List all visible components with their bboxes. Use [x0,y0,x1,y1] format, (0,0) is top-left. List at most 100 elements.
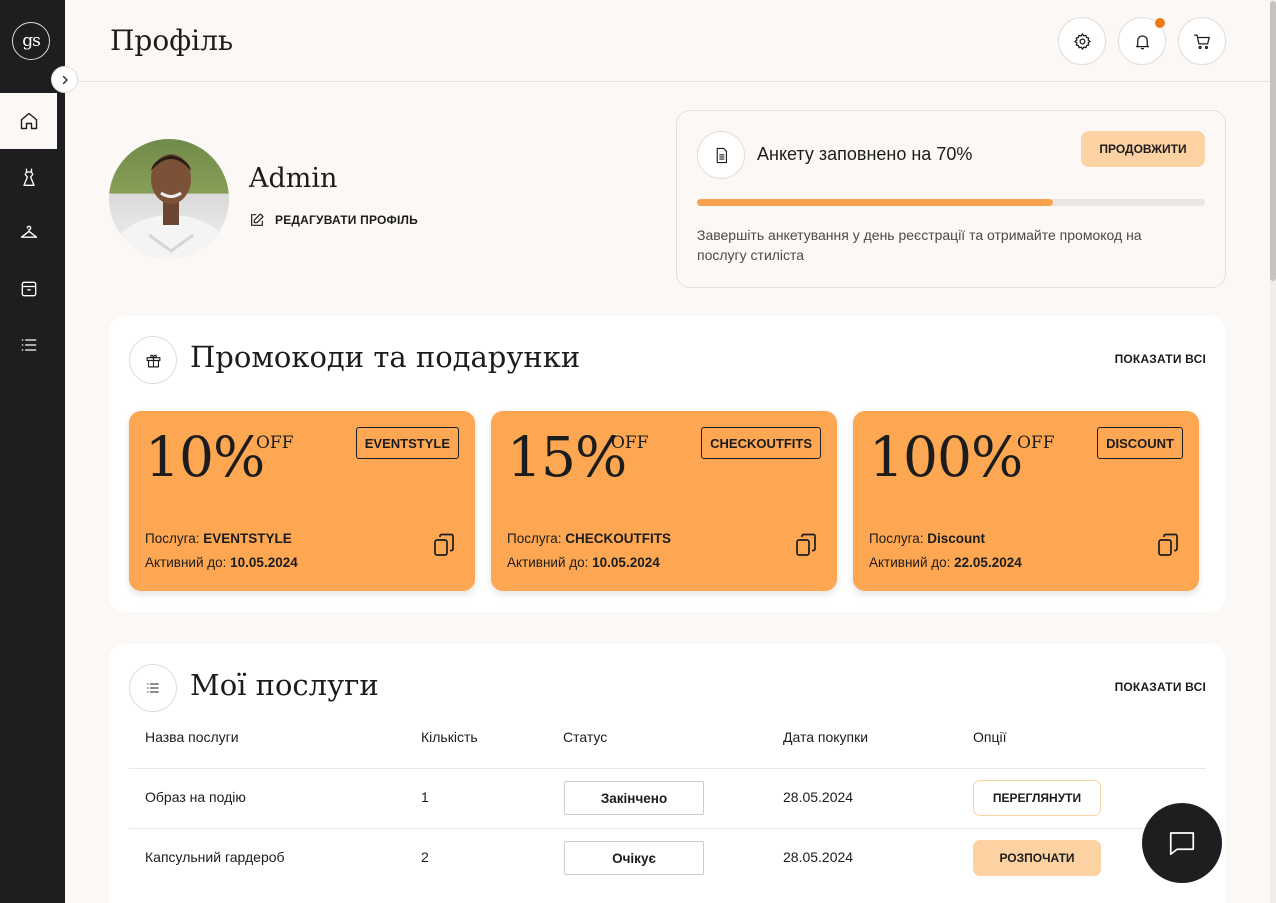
promo-icon-wrap [129,336,177,384]
progress-fill [697,199,1053,206]
questionnaire-text: Завершіть анкетування у день реєстрації … [697,227,1142,263]
promo-date: 10.05.2024 [230,555,298,570]
services-section: Мої послуги ПОКАЗАТИ ВСІ Назва послуги К… [109,644,1226,903]
edit-icon [251,213,264,226]
copy-icon[interactable] [1157,533,1179,557]
row-qty: 2 [421,849,429,865]
chevron-right-icon [62,75,68,84]
scrollbar-thumb[interactable] [1270,1,1276,281]
avatar[interactable] [109,139,229,259]
promo-percent: 15% [507,425,627,489]
copy-icon[interactable] [795,533,817,557]
notifications-button[interactable] [1118,17,1166,65]
cart-button[interactable] [1178,17,1226,65]
services-title: Мої послуги [190,668,379,702]
promo-active: Активний до: 10.05.2024 [507,555,660,570]
chat-icon [1169,832,1195,856]
dress-icon [22,168,35,186]
row-service-name: Капсульний гардероб [145,849,285,865]
promo-off: OFF [256,433,294,453]
row-date: 28.05.2024 [783,849,854,865]
gear-icon [1073,32,1091,50]
edit-profile-link[interactable]: РЕДАГУВАТИ ПРОФІЛЬ [249,212,418,228]
home-icon [20,112,37,130]
sidebar-item-orders[interactable] [0,261,57,317]
column-header-status: Статус [563,729,608,745]
row-qty: 1 [421,789,429,805]
gift-icon [146,354,160,367]
hanger-icon [20,225,37,238]
cart-icon [1193,34,1210,49]
promo-code: EVENTSTYLE [355,427,459,459]
row-divider [129,768,1206,769]
promo-code: CHECKOUTFITS [701,427,821,459]
promo-section: Промокоди та подарунки ПОКАЗАТИ ВСІ 10% … [109,316,1226,612]
promo-service-value: EVENTSTYLE [203,531,292,546]
promo-off: OFF [1017,433,1055,453]
promo-service-label: Послуга: [507,531,562,546]
column-header-name: Назва послуги [145,729,239,745]
promo-percent: 100% [869,425,1023,489]
promo-active-label: Активний до: [869,555,951,570]
document-icon [716,147,727,163]
promo-service: Послуга: Discount [869,531,985,546]
column-header-date: Дата покупки [783,729,869,745]
page-title: Профіль [110,24,234,57]
row-divider [129,828,1206,829]
promo-service-label: Послуга: [869,531,924,546]
view-button[interactable]: ПЕРЕГЛЯНУТИ [973,780,1101,816]
chat-button[interactable] [1142,803,1222,883]
copy-icon[interactable] [433,533,455,557]
services-icon-wrap [129,664,177,712]
sidebar-item-home[interactable] [0,93,57,149]
brand-logo[interactable]: gs [12,22,50,60]
promo-active-label: Активний до: [145,555,227,570]
promo-date: 22.05.2024 [954,555,1022,570]
promo-off: OFF [611,433,649,453]
questionnaire-title: Анкету заповнено на 70% [757,144,973,164]
promo-card[interactable]: 100% OFF DISCOUNT Послуга: Discount Акти… [853,411,1199,591]
promo-active: Активний до: 10.05.2024 [145,555,298,570]
questionnaire-progress [697,199,1205,206]
logo-text: gs [22,31,41,51]
list-icon [147,683,159,693]
promo-active: Активний до: 22.05.2024 [869,555,1022,570]
notification-dot [1154,17,1166,29]
avatar-photo [111,154,229,259]
column-header-options: Опції [973,729,1007,745]
row-service-name: Образ на подію [145,789,246,805]
status-badge: Очікує [564,841,704,875]
settings-button[interactable] [1058,17,1106,65]
promo-percent: 10% [145,425,265,489]
edit-profile-label: РЕДАГУВАТИ ПРОФІЛЬ [275,213,418,227]
promo-service-label: Послуга: [145,531,200,546]
promo-title: Промокоди та подарунки [190,340,581,374]
questionnaire-icon-wrap [697,131,745,179]
promo-show-all-link[interactable]: ПОКАЗАТИ ВСІ [1115,352,1206,366]
column-header-qty: Кількість [421,729,478,745]
promo-code: DISCOUNT [1097,427,1183,459]
box-icon [21,281,36,297]
sidebar-item-services[interactable] [0,317,57,373]
promo-card[interactable]: 15% OFF CHECKOUTFITS Послуга: CHECKOUTFI… [491,411,837,591]
status-badge: Закінчено [564,781,704,815]
sidebar: gs [0,0,65,903]
promo-service: Послуга: CHECKOUTFITS [507,531,671,546]
bell-icon [1135,34,1149,49]
promo-service-value: CHECKOUTFITS [565,531,671,546]
promo-active-label: Активний до: [507,555,589,570]
sidebar-item-dress[interactable] [0,149,57,205]
sidebar-item-wardrobe[interactable] [0,205,57,261]
row-date: 28.05.2024 [783,789,854,805]
promo-card[interactable]: 10% OFF EVENTSTYLE Послуга: EVENTSTYLE А… [129,411,475,591]
promo-date: 10.05.2024 [592,555,660,570]
profile-name: Admin [249,163,338,194]
list-icon [21,339,36,351]
services-show-all-link[interactable]: ПОКАЗАТИ ВСІ [1115,680,1206,694]
sidebar-collapse-button[interactable] [51,66,78,93]
promo-service-value: Discount [927,531,986,546]
questionnaire-card: Анкету заповнено на 70% ПРОДОВЖИТИ Завер… [676,110,1226,288]
header: Профіль [65,0,1270,82]
continue-button[interactable]: ПРОДОВЖИТИ [1081,131,1205,167]
start-button[interactable]: РОЗПОЧАТИ [973,840,1101,876]
